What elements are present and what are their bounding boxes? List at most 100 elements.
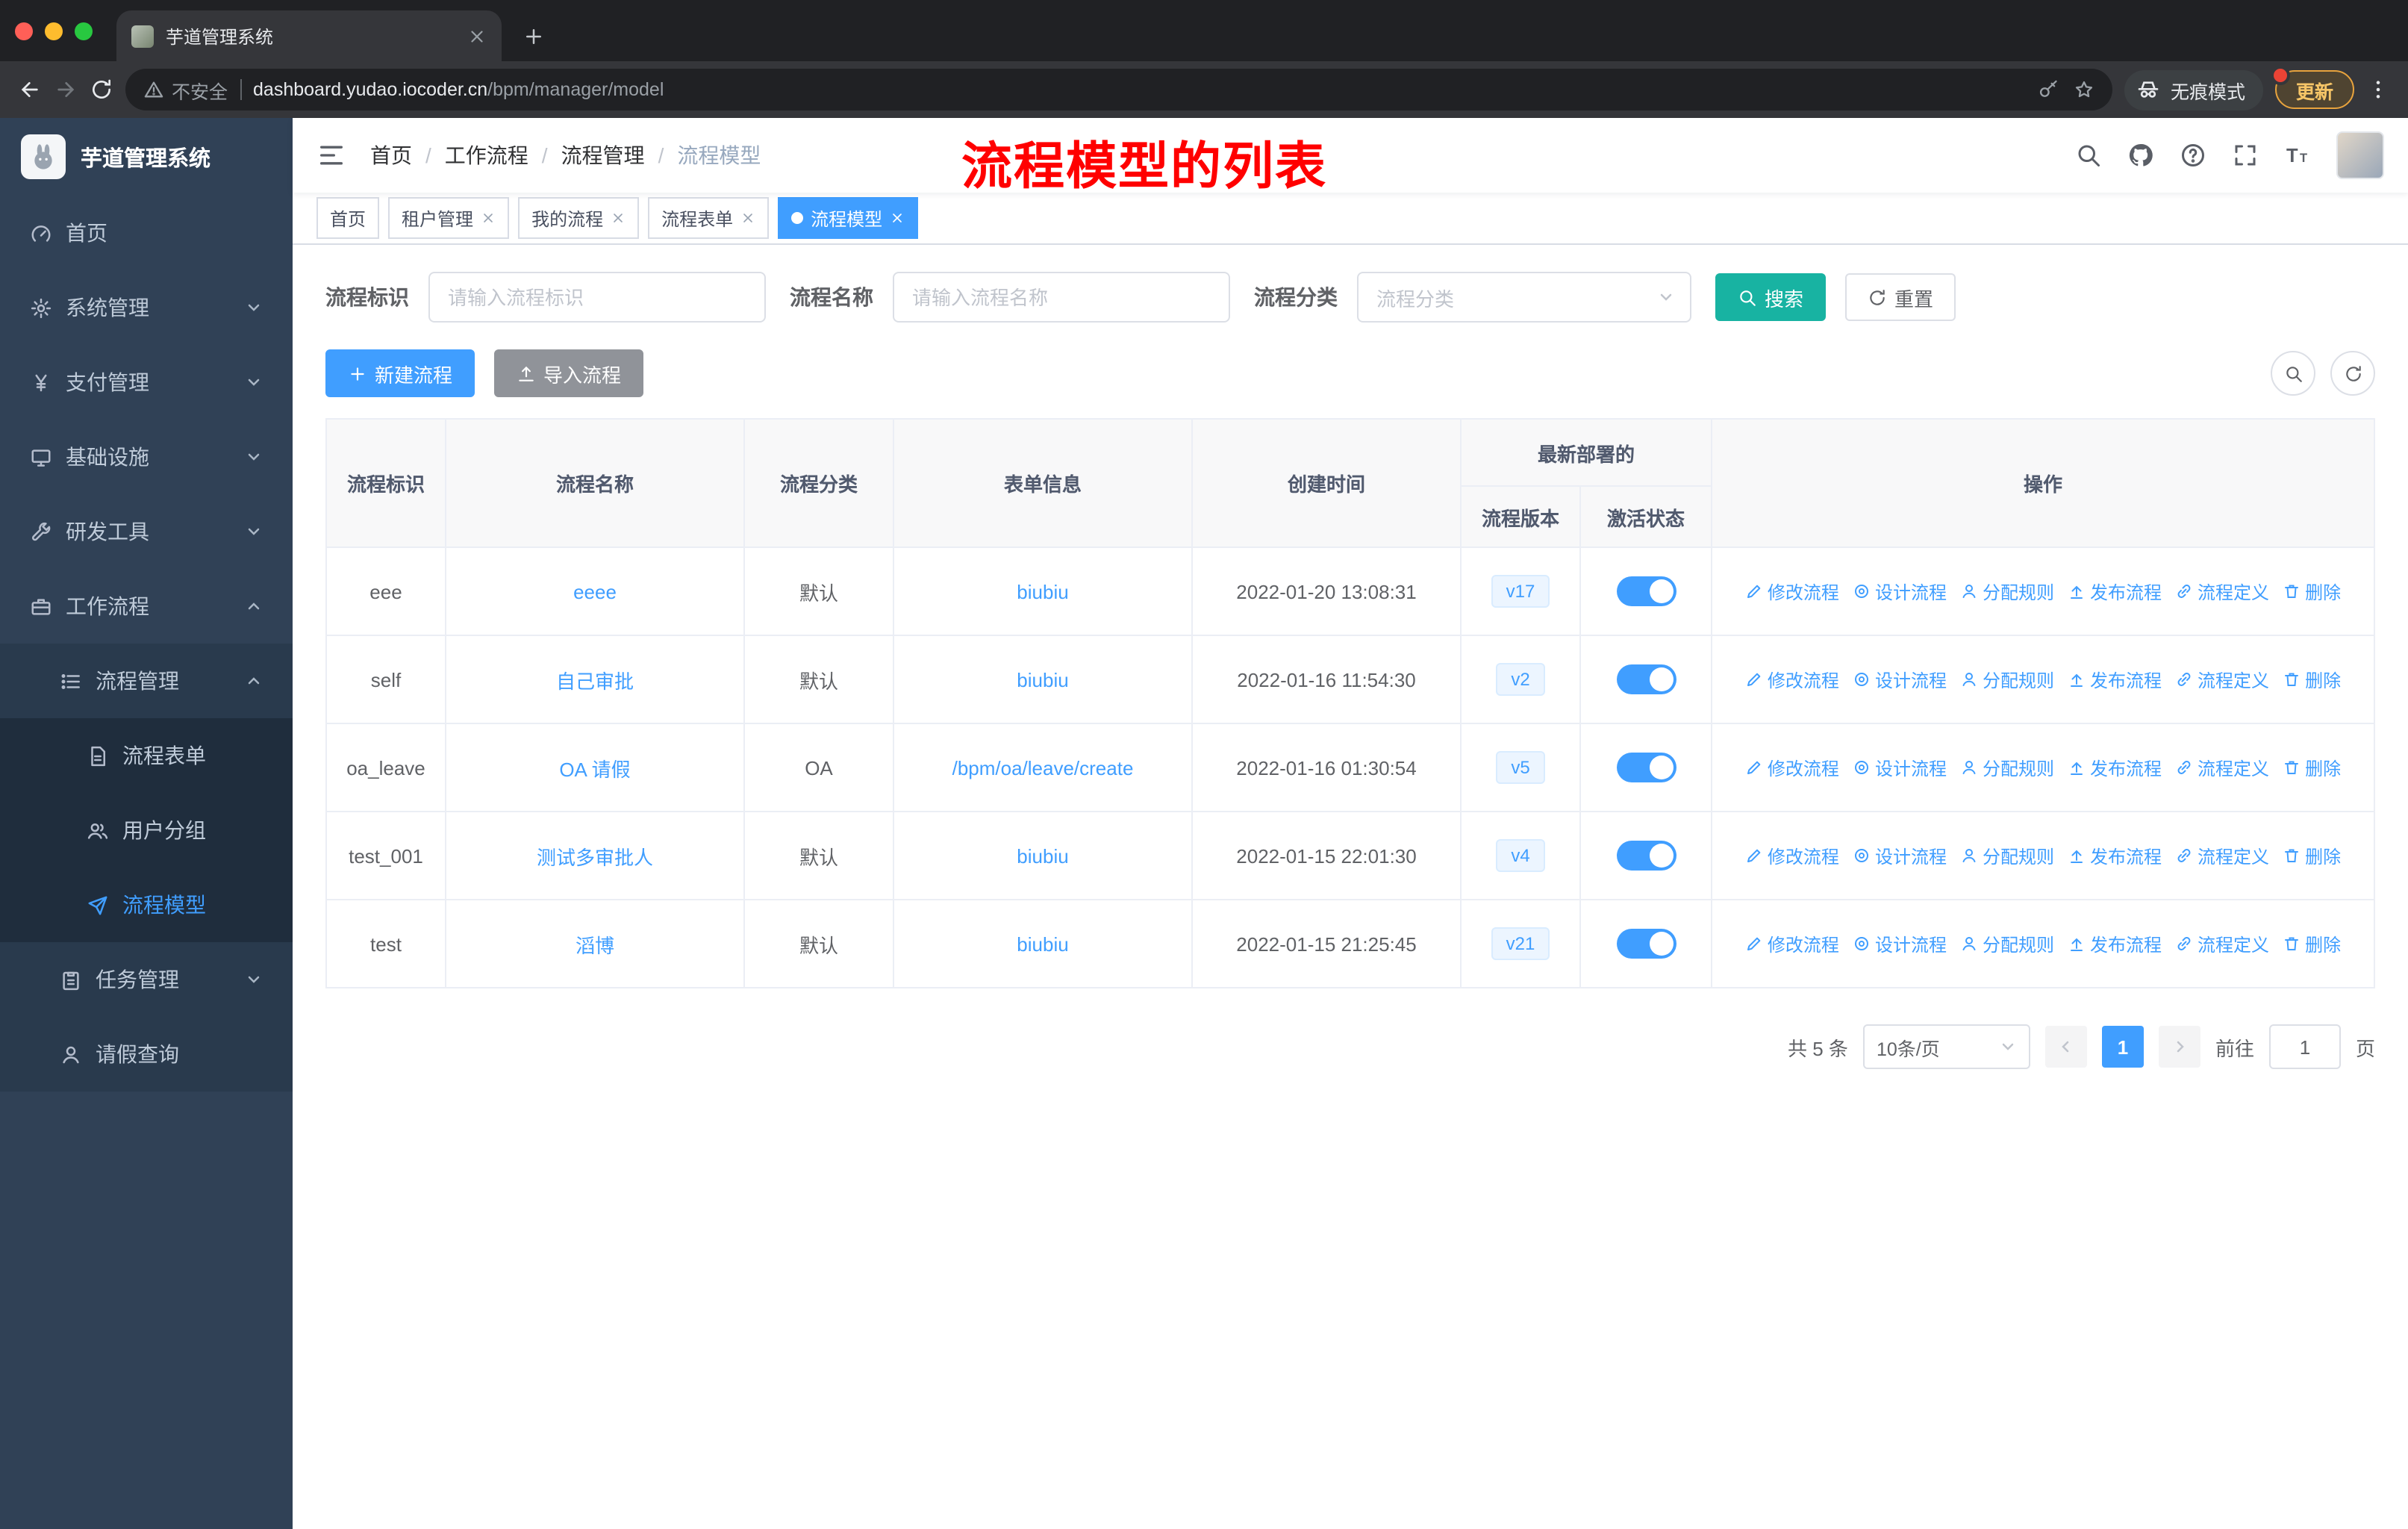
action-publish[interactable]: 发布流程 xyxy=(2068,667,2162,692)
action-design[interactable]: 设计流程 xyxy=(1853,931,1947,956)
action-delete[interactable]: 删除 xyxy=(2283,755,2341,780)
action-design[interactable]: 设计流程 xyxy=(1853,667,1947,692)
active-toggle[interactable] xyxy=(1616,841,1676,871)
process-name-input[interactable] xyxy=(893,272,1230,323)
action-edit[interactable]: 修改流程 xyxy=(1745,755,1839,780)
close-icon[interactable] xyxy=(481,211,496,225)
sidebar-item-user-group[interactable]: 用户分组 xyxy=(0,793,293,868)
action-definition[interactable]: 流程定义 xyxy=(2175,755,2269,780)
site-security[interactable]: 不安全 xyxy=(143,75,228,104)
active-toggle[interactable] xyxy=(1616,753,1676,782)
address-bar[interactable]: 不安全 dashboard.yudao.iocoder.cn/bpm/manag… xyxy=(125,69,2112,110)
tag-process-form[interactable]: 流程表单 xyxy=(648,197,770,239)
search-icon[interactable] xyxy=(2075,142,2102,169)
prev-page-button[interactable] xyxy=(2044,1026,2087,1068)
hamburger-icon[interactable] xyxy=(316,140,346,170)
form-info-link[interactable]: biubiu xyxy=(1017,844,1068,867)
action-assign[interactable]: 分配规则 xyxy=(1960,579,2054,604)
active-toggle[interactable] xyxy=(1616,664,1676,694)
sidebar-item-workflow[interactable]: 工作流程 xyxy=(0,569,293,644)
action-definition[interactable]: 流程定义 xyxy=(2175,667,2269,692)
action-assign[interactable]: 分配规则 xyxy=(1960,667,2054,692)
tab-close-icon[interactable] xyxy=(467,26,487,46)
minimize-window-button[interactable] xyxy=(45,22,63,40)
process-key-input[interactable] xyxy=(428,272,766,323)
sidebar-item-process-model[interactable]: 流程模型 xyxy=(0,868,293,942)
sidebar-item-task-mgmt[interactable]: 任务管理 xyxy=(0,942,293,1017)
action-design[interactable]: 设计流程 xyxy=(1853,843,1947,868)
next-page-button[interactable] xyxy=(2158,1026,2200,1068)
sidebar-item-infra[interactable]: 基础设施 xyxy=(0,420,293,494)
process-name-link[interactable]: eeee xyxy=(573,580,617,602)
action-assign[interactable]: 分配规则 xyxy=(1960,931,2054,956)
sidebar-item-process-mgmt[interactable]: 流程管理 xyxy=(0,644,293,718)
tag-tenant[interactable]: 租户管理 xyxy=(388,197,510,239)
import-process-button[interactable]: 导入流程 xyxy=(494,349,644,397)
action-edit[interactable]: 修改流程 xyxy=(1745,843,1839,868)
action-edit[interactable]: 修改流程 xyxy=(1745,579,1839,604)
refresh-table-button[interactable] xyxy=(2330,351,2375,396)
process-name-link[interactable]: 自己审批 xyxy=(556,670,634,692)
action-definition[interactable]: 流程定义 xyxy=(2175,579,2269,604)
action-definition[interactable]: 流程定义 xyxy=(2175,931,2269,956)
tag-my-process[interactable]: 我的流程 xyxy=(518,197,640,239)
sidebar-item-devtools[interactable]: 研发工具 xyxy=(0,494,293,569)
action-design[interactable]: 设计流程 xyxy=(1853,579,1947,604)
action-definition[interactable]: 流程定义 xyxy=(2175,843,2269,868)
action-delete[interactable]: 删除 xyxy=(2283,579,2341,604)
action-delete[interactable]: 删除 xyxy=(2283,667,2341,692)
close-icon[interactable] xyxy=(890,211,905,225)
user-avatar[interactable] xyxy=(2336,131,2384,179)
create-process-button[interactable]: 新建流程 xyxy=(325,349,475,397)
sidebar-item-home[interactable]: 首页 xyxy=(0,196,293,270)
toggle-search-button[interactable] xyxy=(2271,351,2315,396)
close-icon[interactable] xyxy=(611,211,626,225)
update-button[interactable]: 更新 xyxy=(2270,66,2354,109)
breadcrumb-item[interactable]: 首页 xyxy=(370,140,412,170)
forward-button[interactable] xyxy=(54,78,78,102)
new-tab-button[interactable] xyxy=(514,16,552,55)
browser-menu-button[interactable] xyxy=(2366,78,2390,102)
zoom-window-button[interactable] xyxy=(75,22,93,40)
action-assign[interactable]: 分配规则 xyxy=(1960,755,2054,780)
bookmark-star-icon[interactable] xyxy=(2074,79,2094,100)
form-info-link[interactable]: biubiu xyxy=(1017,932,1068,955)
category-select[interactable]: 流程分类 xyxy=(1357,272,1691,323)
active-toggle[interactable] xyxy=(1616,576,1676,606)
close-icon[interactable] xyxy=(740,211,755,225)
action-assign[interactable]: 分配规则 xyxy=(1960,843,2054,868)
help-icon[interactable] xyxy=(2180,142,2206,169)
action-design[interactable]: 设计流程 xyxy=(1853,755,1947,780)
action-publish[interactable]: 发布流程 xyxy=(2068,931,2162,956)
form-info-link[interactable]: biubiu xyxy=(1017,668,1068,691)
process-name-link[interactable]: 测试多审批人 xyxy=(537,846,653,868)
browser-tab[interactable]: 芋道管理系统 xyxy=(116,10,502,61)
font-size-icon[interactable] xyxy=(2284,142,2311,169)
sidebar-item-leave-query[interactable]: 请假查询 xyxy=(0,1017,293,1092)
back-button[interactable] xyxy=(18,78,42,102)
github-icon[interactable] xyxy=(2127,142,2154,169)
close-window-button[interactable] xyxy=(15,22,33,40)
active-toggle[interactable] xyxy=(1616,929,1676,959)
page-number-button[interactable]: 1 xyxy=(2101,1026,2144,1068)
fullscreen-icon[interactable] xyxy=(2232,142,2259,169)
action-delete[interactable]: 删除 xyxy=(2283,931,2341,956)
sidebar-item-payment[interactable]: 支付管理 xyxy=(0,345,293,420)
action-edit[interactable]: 修改流程 xyxy=(1745,931,1839,956)
sidebar-item-process-form[interactable]: 流程表单 xyxy=(0,718,293,793)
goto-page-input[interactable] xyxy=(2268,1024,2341,1069)
breadcrumb-item[interactable]: 工作流程 xyxy=(445,140,528,170)
tag-process-model[interactable]: 流程模型 xyxy=(778,197,919,239)
action-delete[interactable]: 删除 xyxy=(2283,843,2341,868)
reload-button[interactable] xyxy=(90,78,113,102)
breadcrumb-item[interactable]: 流程管理 xyxy=(561,140,645,170)
tag-home[interactable]: 首页 xyxy=(316,197,380,239)
form-info-link[interactable]: /bpm/oa/leave/create xyxy=(952,756,1134,779)
action-publish[interactable]: 发布流程 xyxy=(2068,755,2162,780)
page-size-select[interactable]: 10条/页 xyxy=(1862,1024,2030,1069)
action-edit[interactable]: 修改流程 xyxy=(1745,667,1839,692)
action-publish[interactable]: 发布流程 xyxy=(2068,579,2162,604)
key-icon[interactable] xyxy=(2038,79,2059,100)
sidebar-item-system[interactable]: 系统管理 xyxy=(0,270,293,345)
process-name-link[interactable]: OA 请假 xyxy=(559,758,630,780)
